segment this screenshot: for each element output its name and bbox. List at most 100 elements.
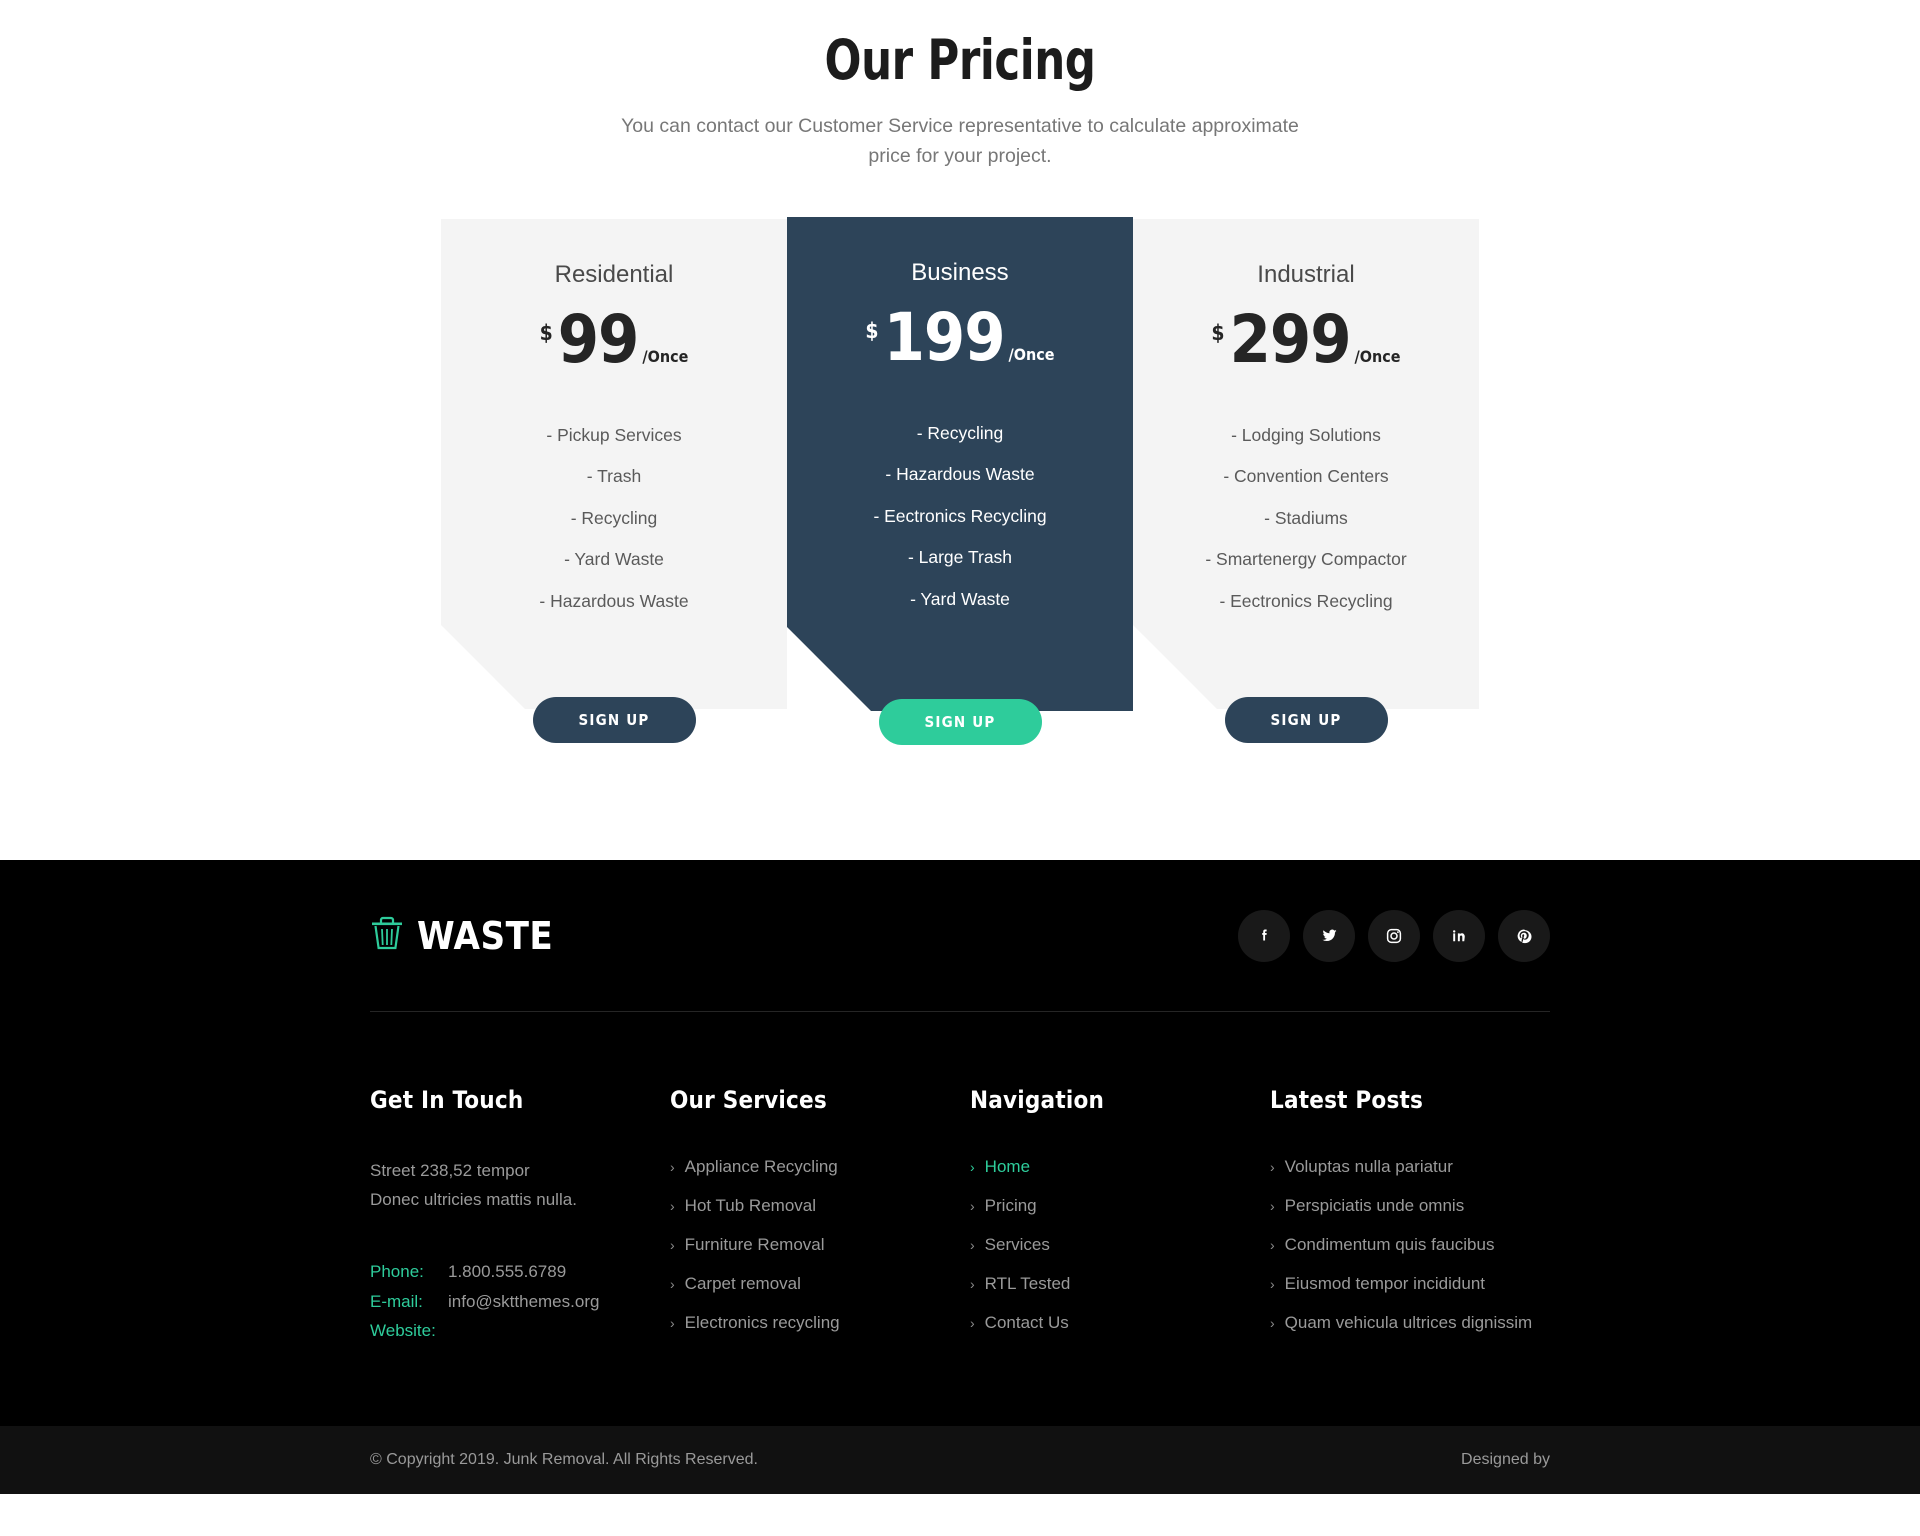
currency-symbol: $ <box>865 318 879 343</box>
nav-link-contact-us[interactable]: › Contact Us <box>970 1313 1270 1352</box>
feature-item: - Recycling <box>570 507 658 528</box>
linkedin-icon[interactable] <box>1433 909 1485 962</box>
feature-list: - Pickup Services - Trash - Recycling - … <box>463 427 765 635</box>
site-footer: WASTE Get In Touch Street 238,52 tempor … <box>0 860 1920 1494</box>
signup-button-residential[interactable]: SIGN UP <box>532 696 696 743</box>
service-link[interactable]: › Hot Tub Removal <box>670 1196 970 1235</box>
signup-wrap: SIGN UP <box>787 698 1133 745</box>
service-link[interactable]: › Appliance Recycling <box>670 1157 970 1196</box>
feature-item: - Pickup Services <box>546 424 682 445</box>
feature-list: - Recycling - Hazardous Waste - Eectroni… <box>809 425 1111 633</box>
phone-label: Phone: <box>370 1261 424 1281</box>
feature-item: - Recycling <box>916 422 1004 443</box>
chevron-right-icon: › <box>970 1159 975 1175</box>
feature-item: - Smartenergy Compactor <box>1205 549 1407 570</box>
price-line: $ 199 /Once <box>809 305 1111 371</box>
post-link[interactable]: › Condimentum quis faucibus <box>1270 1235 1550 1274</box>
contact-row-email: E-mail: info@sktthemes.org <box>370 1287 670 1317</box>
nav-link-home[interactable]: › Home <box>970 1157 1270 1196</box>
link-label: Electronics recycling <box>684 1313 840 1332</box>
footer-columns: Get In Touch Street 238,52 tempor Donec … <box>370 1012 1550 1426</box>
pricing-card-residential: Residential $ 99 /Once - Pickup Services… <box>441 219 787 743</box>
price-line: $ 299 /Once <box>1155 307 1457 373</box>
chevron-right-icon: › <box>670 1315 675 1331</box>
price-amount: 99 <box>557 300 639 378</box>
email-value[interactable]: info@sktthemes.org <box>448 1287 599 1317</box>
link-label: Voluptas nulla pariatur <box>1284 1157 1453 1176</box>
service-link[interactable]: › Furniture Removal <box>670 1235 970 1274</box>
footer-bottom-inner: © Copyright 2019. Junk Removal. All Righ… <box>370 1426 1550 1494</box>
link-label: Contact Us <box>984 1313 1069 1332</box>
post-link[interactable]: › Quam vehicula ultrices dignissim <box>1270 1313 1550 1352</box>
pricing-card-body: Business $ 199 /Once - Recycling - Hazar… <box>787 217 1133 711</box>
chevron-right-icon: › <box>1270 1237 1275 1253</box>
link-label: Quam vehicula ultrices dignissim <box>1284 1313 1533 1332</box>
facebook-icon[interactable] <box>1238 909 1290 962</box>
chevron-right-icon: › <box>1270 1159 1275 1175</box>
contact-block: Phone: 1.800.555.6789 E-mail: info@sktth… <box>370 1257 670 1346</box>
link-label: Appliance Recycling <box>684 1157 838 1176</box>
address-line-2: Donec ultricies mattis nulla. <box>370 1189 577 1209</box>
chevron-right-icon: › <box>670 1198 675 1214</box>
signup-button-industrial[interactable]: SIGN UP <box>1224 696 1388 743</box>
chevron-right-icon: › <box>970 1237 975 1253</box>
social-links <box>1238 909 1550 962</box>
pricing-cards-row: Residential $ 99 /Once - Pickup Services… <box>410 217 1510 745</box>
column-title: Latest Posts <box>1270 1086 1424 1114</box>
footer-column-our-services: Our Services › Appliance Recycling › Hot T… <box>670 1086 970 1352</box>
chevron-right-icon: › <box>1270 1276 1275 1292</box>
pricing-card-body: Industrial $ 299 /Once - Lodging Solutio… <box>1133 219 1479 709</box>
phone-value[interactable]: 1.800.555.6789 <box>448 1257 566 1287</box>
pinterest-icon[interactable] <box>1498 909 1550 962</box>
pricing-card-business: Business $ 199 /Once - Recycling - Hazar… <box>787 217 1133 745</box>
post-link[interactable]: › Voluptas nulla pariatur <box>1270 1157 1550 1196</box>
footer-brand[interactable]: WASTE <box>370 914 553 958</box>
address-line-1: Street 238,52 tempor <box>370 1161 530 1180</box>
twitter-icon[interactable] <box>1303 909 1355 962</box>
link-label: Hot Tub Removal <box>684 1196 817 1215</box>
signup-wrap: SIGN UP <box>1133 696 1479 743</box>
pricing-card-body: Residential $ 99 /Once - Pickup Services… <box>441 219 787 709</box>
column-title: Navigation <box>970 1086 1105 1114</box>
feature-list: - Lodging Solutions - Convention Centers… <box>1155 427 1457 635</box>
post-link[interactable]: › Eiusmod tempor incididunt <box>1270 1274 1550 1313</box>
instagram-icon[interactable] <box>1368 909 1420 962</box>
price-period: /Once <box>1008 344 1055 364</box>
currency-symbol: $ <box>1211 320 1225 345</box>
chevron-right-icon: › <box>1270 1315 1275 1331</box>
pricing-subtitle: You can contact our Customer Service rep… <box>621 114 1299 167</box>
chevron-right-icon: › <box>670 1276 675 1292</box>
footer-top: WASTE <box>370 860 1550 1012</box>
column-title: Get In Touch <box>370 1086 524 1114</box>
plan-name: Residential <box>554 260 674 288</box>
chevron-right-icon: › <box>670 1237 675 1253</box>
feature-item: - Yard Waste <box>564 549 664 570</box>
signup-button-business[interactable]: SIGN UP <box>878 698 1042 745</box>
footer-column-navigation: Navigation › Home › Pricing › Services › RTL… <box>970 1086 1270 1352</box>
link-label: Carpet removal <box>684 1274 801 1293</box>
footer-inner: WASTE Get In Touch Street 238,52 tempor … <box>370 860 1550 1426</box>
email-label: E-mail: <box>370 1291 423 1311</box>
feature-item: - Yard Waste <box>910 588 1010 609</box>
plan-name: Industrial <box>1257 260 1355 288</box>
feature-item: - Stadiums <box>1264 507 1348 528</box>
currency-symbol: $ <box>539 320 553 345</box>
service-link[interactable]: › Carpet removal <box>670 1274 970 1313</box>
price-line: $ 99 /Once <box>463 307 765 373</box>
post-link[interactable]: › Perspiciatis unde omnis <box>1270 1196 1550 1235</box>
copyright-text: © Copyright 2019. Junk Removal. All Righ… <box>370 1451 758 1468</box>
website-label: Website: <box>370 1321 436 1341</box>
price-amount: 299 <box>1229 300 1351 378</box>
link-label: Pricing <box>984 1196 1037 1215</box>
nav-link-rtl-tested[interactable]: › RTL Tested <box>970 1274 1270 1313</box>
link-label: Eiusmod tempor incididunt <box>1284 1274 1485 1293</box>
pricing-section: Our Pricing You can contact our Customer… <box>0 0 1920 860</box>
page-title: Our Pricing <box>824 28 1096 92</box>
link-label: RTL Tested <box>984 1274 1071 1293</box>
nav-link-pricing[interactable]: › Pricing <box>970 1196 1270 1235</box>
nav-link-services[interactable]: › Services <box>970 1235 1270 1274</box>
service-link[interactable]: › Electronics recycling <box>670 1313 970 1352</box>
footer-column-get-in-touch: Get In Touch Street 238,52 tempor Donec … <box>370 1086 670 1352</box>
price-period: /Once <box>642 346 689 366</box>
link-label: Furniture Removal <box>684 1235 825 1254</box>
